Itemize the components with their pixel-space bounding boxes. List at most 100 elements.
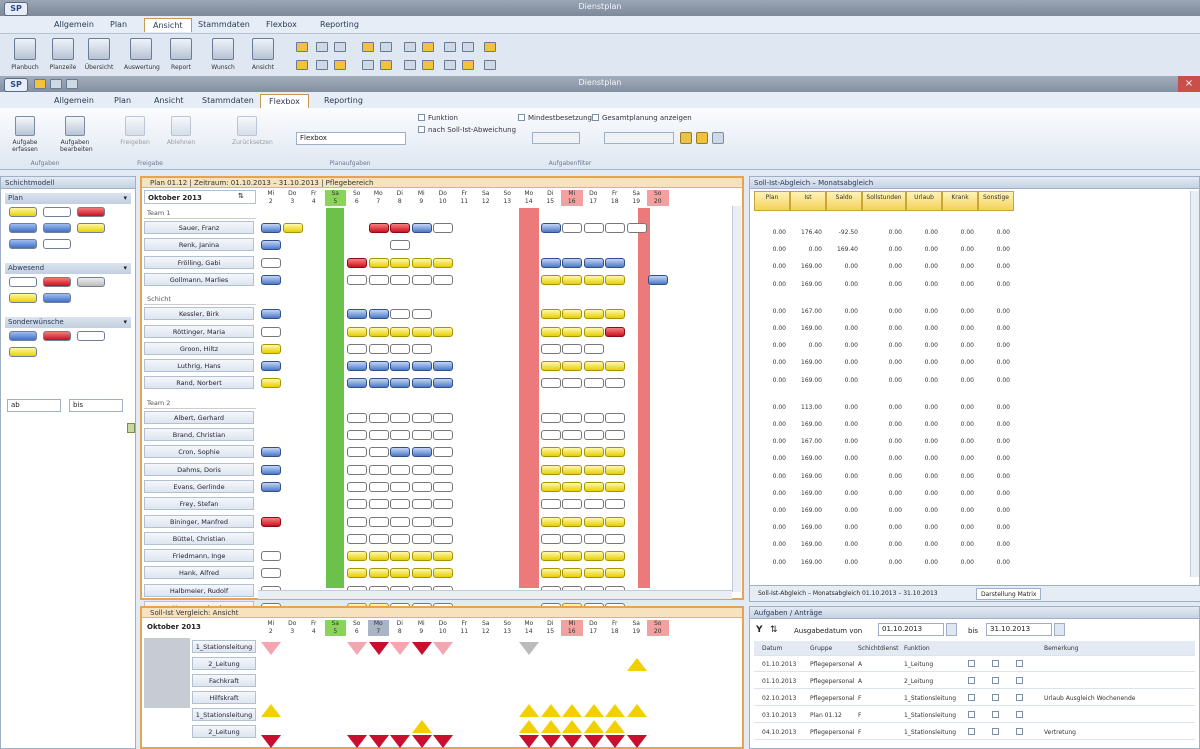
shift-marker[interactable] bbox=[368, 223, 389, 233]
shift-marker[interactable] bbox=[540, 412, 561, 423]
day-header[interactable]: Fr 11 bbox=[454, 620, 476, 636]
column-header[interactable]: Bemerkung bbox=[1044, 645, 1079, 652]
shift-marker[interactable] bbox=[368, 309, 389, 320]
shift-marker[interactable] bbox=[390, 257, 410, 268]
shift-marker[interactable] bbox=[583, 516, 604, 527]
ribbon-button-4[interactable] bbox=[170, 38, 192, 60]
day-header[interactable]: Mo 7 bbox=[367, 620, 389, 636]
redo-icon[interactable] bbox=[66, 79, 78, 89]
day-header[interactable]: Mi 16 bbox=[561, 190, 583, 206]
toolbar-icon[interactable] bbox=[404, 42, 416, 52]
day-header[interactable]: Sa 19 bbox=[626, 620, 648, 636]
shift-marker[interactable] bbox=[605, 533, 625, 544]
deviation-indicator[interactable] bbox=[368, 735, 389, 748]
shift-marker[interactable] bbox=[562, 430, 582, 440]
deviation-indicator[interactable] bbox=[261, 735, 281, 748]
shift-marker[interactable] bbox=[540, 430, 561, 440]
shift-swatch[interactable] bbox=[9, 293, 37, 303]
deviation-indicator[interactable] bbox=[433, 735, 453, 748]
ribbon-button-2[interactable] bbox=[88, 38, 110, 60]
shift-marker[interactable] bbox=[605, 430, 625, 440]
deviation-indicator[interactable] bbox=[562, 735, 582, 748]
shift-marker[interactable] bbox=[433, 499, 453, 510]
shift-marker[interactable] bbox=[540, 343, 561, 354]
shift-marker[interactable] bbox=[605, 361, 625, 372]
shift-marker[interactable] bbox=[433, 361, 453, 372]
day-header[interactable]: Mi 16 bbox=[561, 620, 583, 636]
deviation-indicator[interactable] bbox=[433, 642, 453, 655]
deviation-indicator[interactable] bbox=[540, 735, 561, 748]
shift-marker[interactable] bbox=[411, 257, 432, 268]
shift-marker[interactable] bbox=[605, 516, 625, 527]
shift-marker[interactable] bbox=[540, 447, 561, 458]
employee-name[interactable]: Frölling, Gabi bbox=[144, 255, 254, 269]
filter-input[interactable]: Flexbox bbox=[296, 132, 406, 145]
shift-marker[interactable] bbox=[583, 223, 604, 233]
shift-marker[interactable] bbox=[368, 447, 389, 458]
tab-allgemein[interactable]: Allgemein bbox=[46, 18, 102, 32]
day-header[interactable]: Sa 5 bbox=[324, 190, 346, 206]
shift-marker[interactable] bbox=[411, 343, 432, 354]
shift-swatch[interactable] bbox=[9, 277, 37, 287]
tab-flexbox[interactable]: Flexbox bbox=[258, 18, 305, 32]
shift-marker[interactable] bbox=[433, 257, 453, 268]
shift-marker[interactable] bbox=[368, 430, 389, 440]
shift-marker[interactable] bbox=[390, 464, 410, 475]
shift-swatch[interactable] bbox=[9, 347, 37, 357]
shift-marker[interactable] bbox=[562, 223, 582, 233]
shift-marker[interactable] bbox=[347, 274, 367, 285]
deviation-indicator[interactable] bbox=[605, 719, 625, 733]
shift-marker[interactable] bbox=[368, 499, 389, 510]
day-header[interactable]: Mo 14 bbox=[518, 620, 540, 636]
shift-marker[interactable] bbox=[347, 481, 367, 492]
app-logo-icon[interactable]: SP bbox=[4, 2, 28, 16]
day-header[interactable]: Fr 4 bbox=[303, 190, 325, 206]
shift-marker[interactable] bbox=[390, 499, 410, 510]
shift-marker[interactable] bbox=[562, 378, 582, 389]
shift-swatch[interactable] bbox=[9, 239, 37, 249]
shift-swatch[interactable] bbox=[43, 331, 71, 341]
shift-marker[interactable] bbox=[433, 481, 453, 492]
column-header[interactable]: Gruppe bbox=[810, 645, 832, 652]
day-header[interactable]: Di 8 bbox=[389, 620, 411, 636]
shift-marker[interactable] bbox=[605, 551, 625, 562]
toolbar-icon[interactable] bbox=[422, 42, 434, 52]
shift-marker[interactable] bbox=[583, 551, 604, 562]
shift-marker[interactable] bbox=[562, 343, 582, 354]
ribbon-button-6[interactable] bbox=[252, 38, 274, 60]
filter-icon[interactable]: Y bbox=[756, 625, 766, 635]
deviation-indicator[interactable] bbox=[583, 735, 604, 748]
collapse-icon[interactable]: ▾ bbox=[123, 318, 127, 326]
day-header[interactable]: So 20 bbox=[647, 620, 669, 636]
shift-marker[interactable] bbox=[433, 568, 453, 579]
toolbar-icon[interactable] bbox=[484, 60, 496, 70]
shift-marker[interactable] bbox=[261, 257, 281, 268]
day-header[interactable]: Mi 9 bbox=[411, 620, 433, 636]
shift-marker[interactable] bbox=[648, 274, 668, 285]
deviation-indicator[interactable] bbox=[583, 719, 604, 733]
shift-marker[interactable] bbox=[433, 326, 453, 337]
toolbar-icon[interactable] bbox=[362, 42, 374, 52]
shift-swatch[interactable] bbox=[43, 277, 71, 287]
deviation-indicator[interactable] bbox=[540, 704, 561, 717]
from-date-input[interactable]: 01.10.2013 bbox=[878, 623, 944, 636]
day-header[interactable]: Di 8 bbox=[389, 190, 411, 206]
shift-marker[interactable] bbox=[540, 568, 561, 579]
shift-marker[interactable] bbox=[347, 309, 367, 320]
shift-marker[interactable] bbox=[411, 361, 432, 372]
shift-marker[interactable] bbox=[540, 481, 561, 492]
shift-marker[interactable] bbox=[390, 343, 410, 354]
shift-marker[interactable] bbox=[583, 499, 604, 510]
shift-marker[interactable] bbox=[347, 378, 367, 389]
shift-marker[interactable] bbox=[261, 551, 281, 562]
shift-marker[interactable] bbox=[347, 361, 367, 372]
shift-swatch[interactable] bbox=[43, 223, 71, 233]
toolbar-icon[interactable] bbox=[316, 60, 328, 70]
shift-swatch[interactable] bbox=[43, 239, 71, 249]
employee-name[interactable]: Renk, Janina bbox=[144, 238, 254, 252]
employee-name[interactable]: Luthrig, Hans bbox=[144, 359, 254, 373]
deviation-indicator[interactable] bbox=[261, 704, 281, 717]
shift-marker[interactable] bbox=[347, 568, 367, 579]
checkbox-icon[interactable] bbox=[968, 660, 975, 667]
day-header[interactable]: Do 10 bbox=[432, 190, 454, 206]
